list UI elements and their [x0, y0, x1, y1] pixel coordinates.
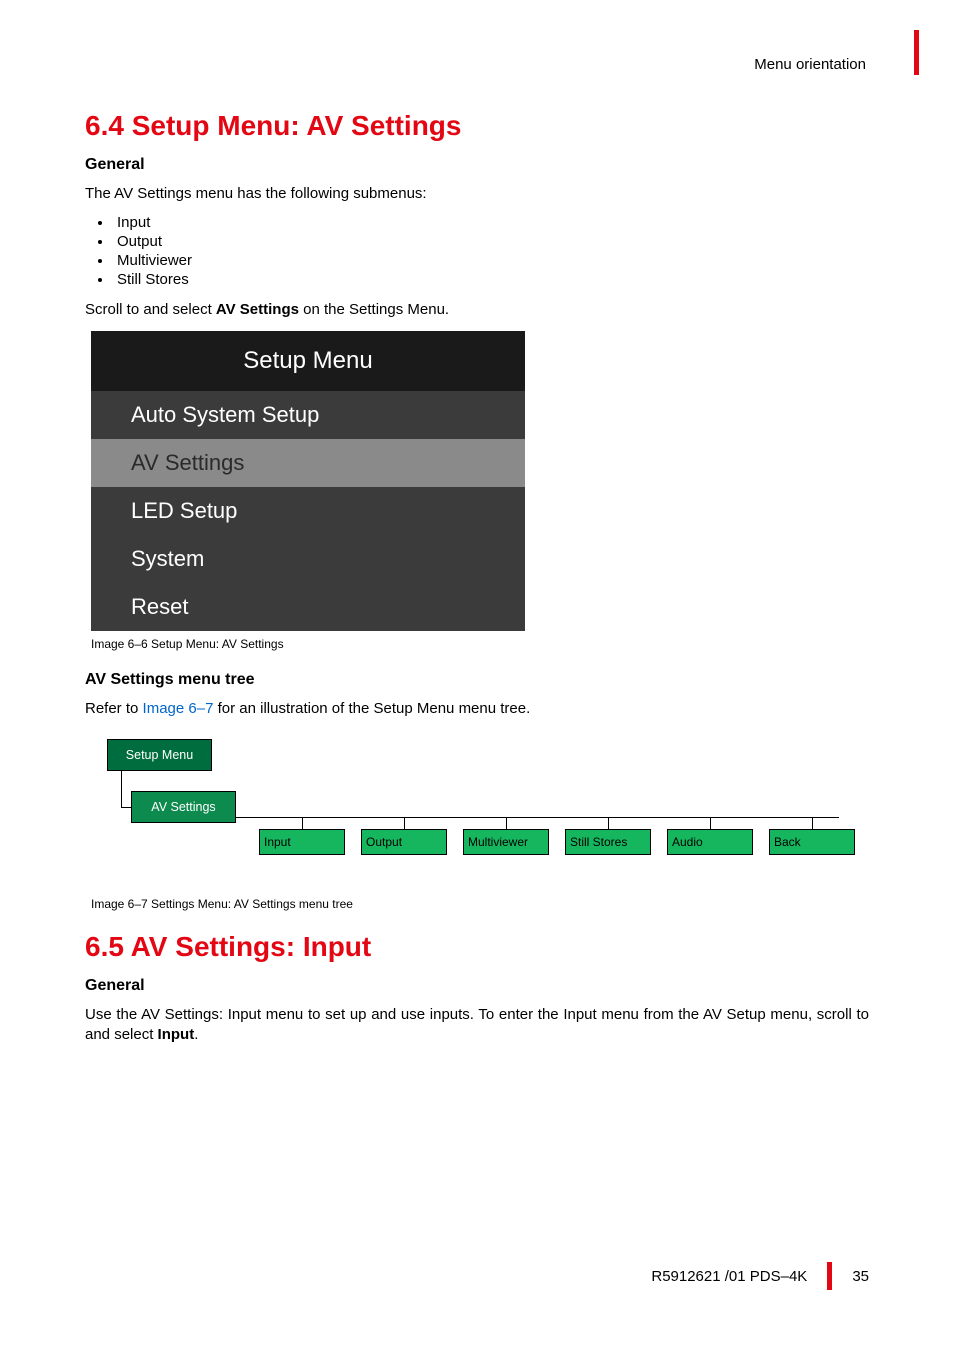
- setup-menu-screenshot: Setup Menu Auto System Setup AV Settings…: [91, 331, 525, 631]
- list-item: Input: [113, 214, 869, 231]
- tree-connector: [121, 807, 131, 808]
- image-6-7-link[interactable]: Image 6–7: [143, 700, 214, 717]
- setup-menu-title: Setup Menu: [91, 331, 525, 391]
- list-item: Multiviewer: [113, 252, 869, 269]
- submenu-list: Input Output Multiviewer Still Stores: [85, 214, 869, 288]
- menu-item-av-settings[interactable]: AV Settings: [91, 439, 525, 487]
- body-bold: Input: [158, 1026, 195, 1043]
- menu-item-led-setup[interactable]: LED Setup: [91, 487, 525, 535]
- page-number: 35: [852, 1268, 869, 1285]
- section-6-4-title: 6.4 Setup Menu: AV Settings: [85, 110, 869, 142]
- body-post: .: [194, 1026, 198, 1043]
- body-pre: Use the AV Settings: Input menu to set u…: [85, 1006, 869, 1043]
- tree-heading: AV Settings menu tree: [85, 671, 869, 689]
- section-6-5-title: 6.5 AV Settings: Input: [85, 931, 869, 963]
- image-6-6-caption: Image 6–6 Setup Menu: AV Settings: [91, 637, 869, 651]
- menu-item-auto-system-setup[interactable]: Auto System Setup: [91, 391, 525, 439]
- page-footer: R5912621 /01 PDS–4K 35: [651, 1262, 869, 1290]
- tree-connector: [710, 817, 711, 829]
- tree-connector: [506, 817, 507, 829]
- list-item: Output: [113, 233, 869, 250]
- section-6-5-body: Use the AV Settings: Input menu to set u…: [85, 1005, 869, 1046]
- tree-connector: [812, 817, 813, 829]
- doc-id: R5912621 /01 PDS–4K: [651, 1268, 807, 1285]
- header-section-label: Menu orientation: [754, 56, 866, 73]
- tree-root: Setup Menu: [107, 739, 212, 771]
- tree-leaf-output: Output: [361, 829, 447, 855]
- menu-tree-diagram: Setup Menu AV Settings Input Output Mult…: [91, 729, 861, 869]
- tree-leaf-multiviewer: Multiviewer: [463, 829, 549, 855]
- tree-sub: AV Settings: [131, 791, 236, 823]
- tree-leaf-still-stores: Still Stores: [565, 829, 651, 855]
- tree-intro: Refer to Image 6–7 for an illustration o…: [85, 699, 869, 719]
- tree-connector: [302, 817, 303, 829]
- footer-accent-bar: [827, 1262, 832, 1290]
- menu-item-system[interactable]: System: [91, 535, 525, 583]
- intro-text: The AV Settings menu has the following s…: [85, 184, 869, 204]
- scroll-pre: Scroll to and select: [85, 301, 216, 318]
- general-heading-1: General: [85, 156, 869, 174]
- tree-connector: [608, 817, 609, 829]
- tree-leaf-audio: Audio: [667, 829, 753, 855]
- tree-post: for an illustration of the Setup Menu me…: [213, 700, 530, 717]
- tree-leaf-input: Input: [259, 829, 345, 855]
- general-heading-2: General: [85, 977, 869, 995]
- scroll-post: on the Settings Menu.: [299, 301, 449, 318]
- tree-connector: [236, 817, 839, 818]
- header-accent-bar: [914, 30, 919, 75]
- tree-connector: [121, 771, 122, 807]
- image-6-7-caption: Image 6–7 Settings Menu: AV Settings men…: [91, 897, 869, 911]
- tree-leaf-back: Back: [769, 829, 855, 855]
- scroll-bold: AV Settings: [216, 301, 299, 318]
- scroll-instruction: Scroll to and select AV Settings on the …: [85, 300, 869, 320]
- tree-connector: [404, 817, 405, 829]
- tree-pre: Refer to: [85, 700, 143, 717]
- menu-item-reset[interactable]: Reset: [91, 583, 525, 631]
- list-item: Still Stores: [113, 271, 869, 288]
